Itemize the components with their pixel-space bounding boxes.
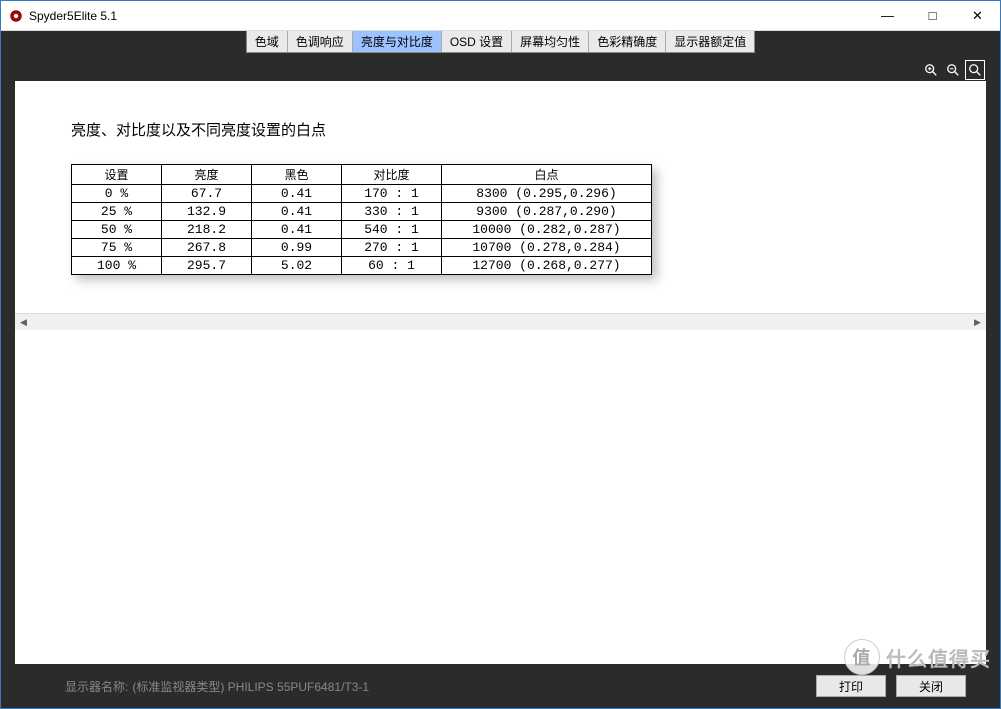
cell-white: 8300 (0.295,0.296)	[442, 185, 652, 203]
close-report-button[interactable]: 关闭	[896, 675, 966, 697]
close-button[interactable]: ✕	[955, 1, 1000, 30]
monitor-name-label: 显示器名称:	[65, 678, 128, 695]
cell-black: 0.41	[252, 185, 342, 203]
cell-white: 9300 (0.287,0.290)	[442, 203, 652, 221]
cell-bright: 132.9	[162, 203, 252, 221]
cell-bright: 67.7	[162, 185, 252, 203]
table-row: 25 %132.90.41330 : 19300 (0.287,0.290)	[72, 203, 652, 221]
zoom-in-icon[interactable]	[922, 61, 940, 79]
cell-black: 0.99	[252, 239, 342, 257]
table-row: 50 %218.20.41540 : 110000 (0.282,0.287)	[72, 221, 652, 239]
tabbar: 色域 色调响应 亮度与对比度 OSD 设置 屏幕均匀性 色彩精确度 显示器额定值	[246, 31, 755, 53]
cell-contrast: 540 : 1	[342, 221, 442, 239]
app-body: 色域 色调响应 亮度与对比度 OSD 设置 屏幕均匀性 色彩精确度 显示器额定值…	[1, 31, 1000, 708]
zoom-out-icon[interactable]	[944, 61, 962, 79]
cell-contrast: 60 : 1	[342, 257, 442, 275]
preview-panel: 亮度、对比度以及不同亮度设置的白点 设置 亮度 黑色 对比度 白点 0 %67.…	[15, 81, 986, 664]
cell-setting: 75 %	[72, 239, 162, 257]
tab-gamut[interactable]: 色域	[247, 31, 288, 52]
table-header-row: 设置 亮度 黑色 对比度 白点	[72, 165, 652, 185]
table-row: 75 %267.80.99270 : 110700 (0.278,0.284)	[72, 239, 652, 257]
cell-black: 5.02	[252, 257, 342, 275]
footer: 显示器名称: (标准监视器类型) PHILIPS 55PUF6481/T3-1 …	[15, 664, 986, 708]
tab-osd-settings[interactable]: OSD 设置	[442, 31, 512, 52]
cell-black: 0.41	[252, 221, 342, 239]
content-frame: 亮度、对比度以及不同亮度设置的白点 设置 亮度 黑色 对比度 白点 0 %67.…	[15, 59, 986, 708]
app-icon	[9, 9, 23, 23]
header-setting: 设置	[72, 165, 162, 185]
cell-contrast: 270 : 1	[342, 239, 442, 257]
cell-setting: 50 %	[72, 221, 162, 239]
header-brightness: 亮度	[162, 165, 252, 185]
horizontal-scrollbar[interactable]: ◀ ▶	[15, 313, 986, 330]
report-page: 亮度、对比度以及不同亮度设置的白点 设置 亮度 黑色 对比度 白点 0 %67.…	[15, 81, 986, 313]
table-row: 0 %67.70.41170 : 18300 (0.295,0.296)	[72, 185, 652, 203]
brightness-table: 设置 亮度 黑色 对比度 白点 0 %67.70.41170 : 18300 (…	[71, 164, 652, 275]
cell-black: 0.41	[252, 203, 342, 221]
header-contrast: 对比度	[342, 165, 442, 185]
tab-screen-uniformity[interactable]: 屏幕均匀性	[512, 31, 589, 52]
zoom-toolbar	[15, 59, 986, 81]
tab-monitor-rating[interactable]: 显示器额定值	[666, 31, 754, 52]
cell-white: 10000 (0.282,0.287)	[442, 221, 652, 239]
maximize-button[interactable]: □	[910, 1, 955, 30]
cell-bright: 267.8	[162, 239, 252, 257]
cell-setting: 25 %	[72, 203, 162, 221]
cell-bright: 218.2	[162, 221, 252, 239]
cell-bright: 295.7	[162, 257, 252, 275]
minimize-button[interactable]: —	[865, 1, 910, 30]
table-row: 100 %295.75.0260 : 112700 (0.268,0.277)	[72, 257, 652, 275]
page-title: 亮度、对比度以及不同亮度设置的白点	[71, 119, 930, 140]
header-white-point: 白点	[442, 165, 652, 185]
cell-setting: 100 %	[72, 257, 162, 275]
tabbar-wrap: 色域 色调响应 亮度与对比度 OSD 设置 屏幕均匀性 色彩精确度 显示器额定值	[1, 31, 1000, 53]
scroll-left-arrow[interactable]: ◀	[15, 314, 32, 331]
cell-contrast: 330 : 1	[342, 203, 442, 221]
tab-color-accuracy[interactable]: 色彩精确度	[589, 31, 666, 52]
print-button[interactable]: 打印	[816, 675, 886, 697]
cell-white: 10700 (0.278,0.284)	[442, 239, 652, 257]
titlebar: Spyder5Elite 5.1 — □ ✕	[1, 1, 1000, 31]
tab-tone-response[interactable]: 色调响应	[288, 31, 353, 52]
cell-white: 12700 (0.268,0.277)	[442, 257, 652, 275]
cell-contrast: 170 : 1	[342, 185, 442, 203]
header-black: 黑色	[252, 165, 342, 185]
cell-setting: 0 %	[72, 185, 162, 203]
tab-brightness-contrast[interactable]: 亮度与对比度	[353, 31, 442, 52]
app-title: Spyder5Elite 5.1	[29, 9, 117, 23]
monitor-name-value: (标准监视器类型) PHILIPS 55PUF6481/T3-1	[132, 678, 369, 695]
scroll-right-arrow[interactable]: ▶	[969, 314, 986, 331]
zoom-fit-icon[interactable]	[966, 61, 984, 79]
